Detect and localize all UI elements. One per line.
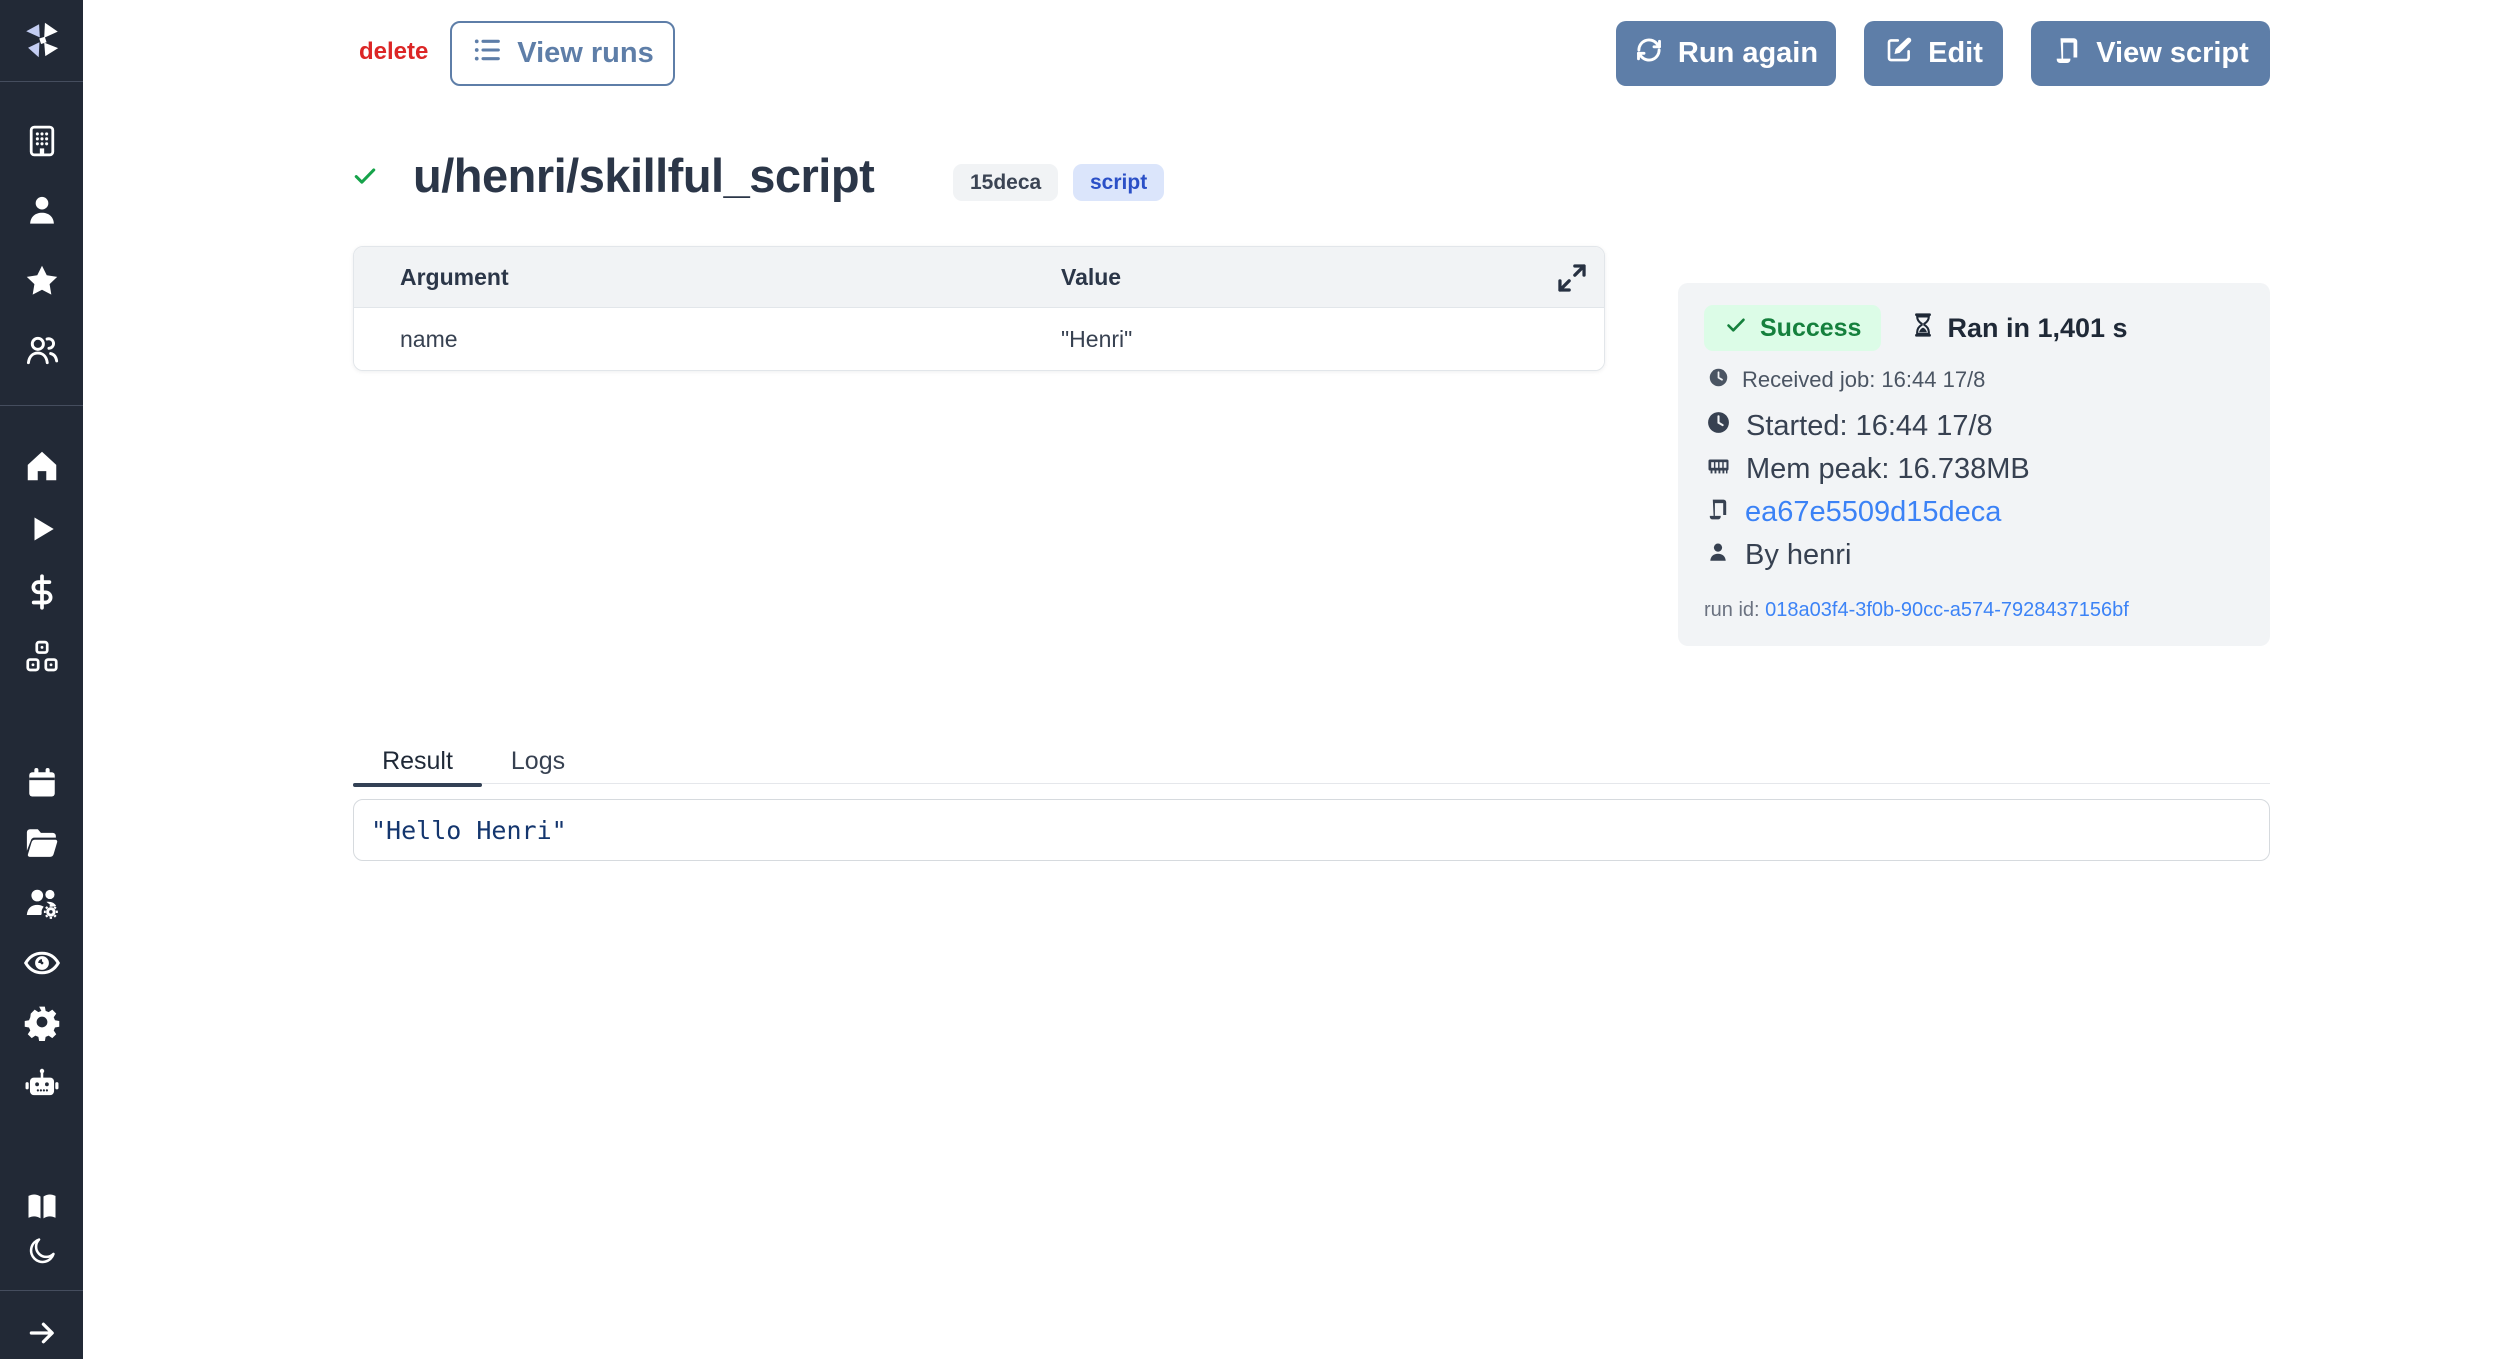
- memory-chip-icon: [1706, 453, 1731, 486]
- page-title: u/henri/skillful_script: [413, 148, 874, 203]
- started-row: Started: 16:44 17/8: [1704, 405, 2240, 448]
- run-duration-label: Ran in 1,401 s: [1947, 313, 2127, 344]
- scroll-icon: [2052, 35, 2082, 73]
- arguments-table: Argument Value name "Henri": [353, 246, 1605, 371]
- mem-peak-label: Mem peak: 16.738MB: [1746, 453, 2030, 486]
- windmill-logo-icon[interactable]: [20, 18, 64, 62]
- folders-icon[interactable]: [23, 825, 60, 862]
- home-icon[interactable]: [23, 447, 61, 485]
- hourglass-icon: [1909, 311, 1937, 346]
- dark-mode-moon-icon[interactable]: [26, 1235, 58, 1267]
- sidebar: [0, 0, 83, 1359]
- run-duration: Ran in 1,401 s: [1909, 311, 2127, 346]
- workers-robot-icon[interactable]: [23, 1065, 61, 1103]
- script-hash-link[interactable]: ea67e5509d15deca: [1745, 496, 2001, 529]
- tab-logs[interactable]: Logs: [488, 738, 588, 784]
- delete-button[interactable]: delete: [359, 38, 428, 66]
- success-check-icon: [351, 162, 379, 195]
- script-hash-row: ea67e5509d15deca: [1704, 491, 2240, 534]
- list-icon: [471, 34, 503, 74]
- sidebar-divider: [0, 81, 83, 82]
- run-info-panel: Success Ran in 1,401 s: [1678, 283, 2270, 646]
- received-job-row: Received job: 16:44 17/8: [1704, 363, 2240, 397]
- sidebar-divider: [0, 405, 83, 406]
- version-badge: 15deca: [953, 164, 1058, 201]
- run-again-label: Run again: [1678, 37, 1818, 70]
- started-label: Started: 16:44 17/8: [1746, 410, 1993, 443]
- docs-book-icon[interactable]: [24, 1189, 60, 1225]
- groups-users-gear-icon[interactable]: [23, 884, 61, 922]
- variables-dollar-icon[interactable]: [23, 574, 60, 611]
- scroll-icon: [1706, 496, 1730, 529]
- view-script-label: View script: [2096, 37, 2249, 70]
- run-again-button[interactable]: Run again: [1616, 21, 1836, 86]
- sidebar-divider: [0, 1290, 83, 1291]
- view-runs-label: View runs: [517, 37, 653, 70]
- result-value: "Hello Henri": [371, 816, 567, 845]
- user-icon[interactable]: [23, 192, 60, 229]
- type-badge: script: [1073, 164, 1164, 201]
- tab-result[interactable]: Result: [353, 738, 482, 784]
- expand-sidebar-arrow-icon[interactable]: [25, 1316, 59, 1350]
- script-run-page: delete View runs Run again: [0, 0, 2500, 1359]
- table-row: name "Henri": [354, 308, 1604, 370]
- schedules-calendar-icon[interactable]: [24, 765, 60, 801]
- check-icon: [1724, 313, 1748, 344]
- edit-label: Edit: [1928, 37, 1983, 70]
- run-id-link[interactable]: 018a03f4-3f0b-90cc-a574-7928437156bf: [1765, 599, 2129, 621]
- resources-cubes-icon[interactable]: [23, 638, 61, 676]
- result-output-box: "Hello Henri": [353, 799, 2270, 861]
- result-tabs: Result Logs: [353, 738, 2270, 784]
- argument-value-cell: "Henri": [1061, 326, 1604, 353]
- status-label: Success: [1760, 314, 1861, 343]
- expand-table-icon[interactable]: [1554, 260, 1590, 296]
- triggered-by-label: By henri: [1745, 539, 1851, 572]
- star-icon[interactable]: [23, 262, 61, 300]
- column-header-value: Value: [1061, 264, 1604, 291]
- edit-button[interactable]: Edit: [1864, 21, 2003, 86]
- user-icon: [1706, 539, 1730, 572]
- run-id-row: run id: 018a03f4-3f0b-90cc-a574-79284371…: [1704, 599, 2240, 622]
- clock-icon: [1708, 367, 1729, 394]
- audit-eye-icon[interactable]: [22, 944, 61, 983]
- edit-pencil-icon: [1884, 35, 1914, 73]
- triggered-by-row: By henri: [1704, 534, 2240, 577]
- view-runs-button[interactable]: View runs: [450, 21, 675, 86]
- argument-name-cell: name: [354, 326, 1061, 353]
- refresh-icon: [1634, 35, 1664, 73]
- run-id-label: run id:: [1704, 599, 1760, 621]
- view-script-button[interactable]: View script: [2031, 21, 2270, 86]
- settings-gear-icon[interactable]: [23, 1003, 61, 1041]
- mem-peak-row: Mem peak: 16.738MB: [1704, 448, 2240, 491]
- workspace-building-icon[interactable]: [23, 123, 60, 160]
- column-header-argument: Argument: [354, 264, 1061, 291]
- received-job-label: Received job: 16:44 17/8: [1742, 367, 1985, 393]
- arguments-table-header: Argument Value: [354, 247, 1604, 308]
- status-badge: Success: [1704, 305, 1881, 351]
- runs-play-icon[interactable]: [24, 511, 60, 547]
- clock-icon: [1706, 410, 1731, 443]
- users-icon[interactable]: [23, 332, 60, 369]
